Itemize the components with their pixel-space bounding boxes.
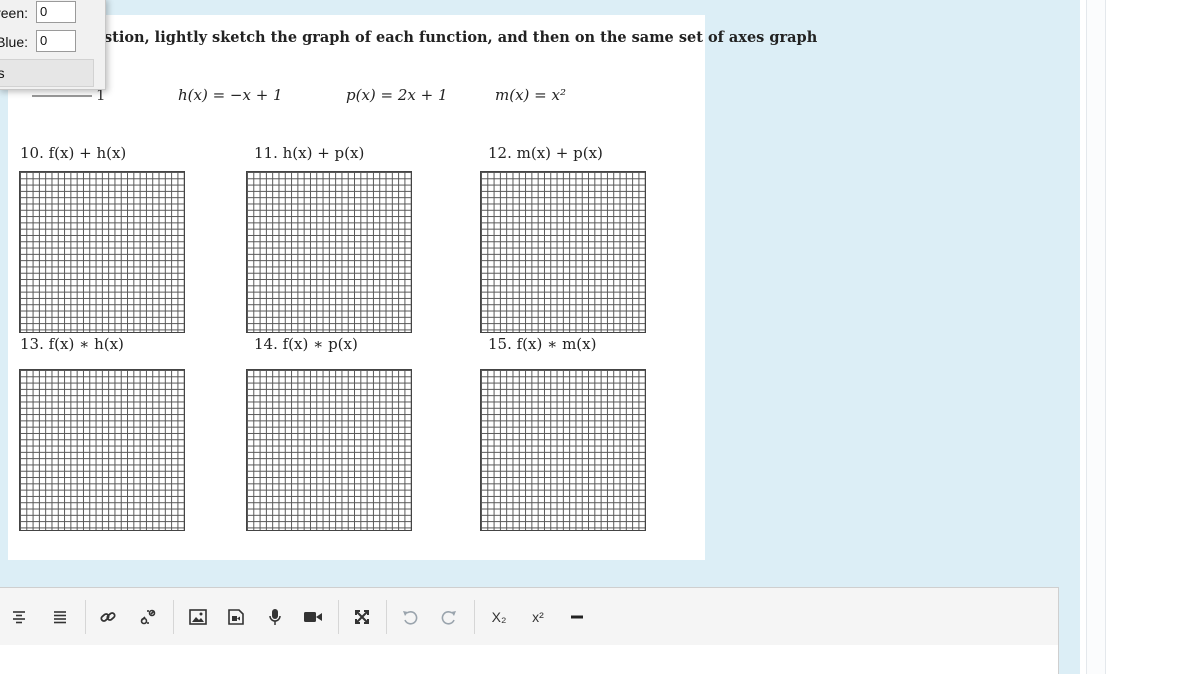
worksheet-image: stion, lightly sketch the graph of each …: [8, 15, 817, 560]
toolbar-separator: [386, 600, 387, 634]
superscript-icon[interactable]: x²: [523, 602, 553, 632]
graph-grid-13: [19, 369, 185, 531]
editor-body[interactable]: [0, 645, 1059, 674]
horizontal-rule-icon[interactable]: [562, 602, 592, 632]
toolbar-separator: [173, 600, 174, 634]
problem-11-label: 11. h(x) + p(x): [254, 144, 365, 162]
media-icon[interactable]: [221, 602, 251, 632]
graph-grid-14: [246, 369, 412, 531]
image-icon[interactable]: [183, 602, 213, 632]
problem-10-label: 10. f(x) + h(x): [20, 144, 127, 162]
problem-12-label: 12. m(x) + p(x): [488, 144, 603, 162]
green-row: reen: 0: [0, 1, 98, 25]
editor-toolbar: X₂ x²: [0, 587, 1059, 646]
blue-label: Blue:: [0, 34, 28, 50]
worksheet-instruction: stion, lightly sketch the graph of each …: [104, 29, 818, 46]
colors-button[interactable]: rs: [0, 59, 94, 87]
undo-icon[interactable]: [395, 602, 425, 632]
graph-grid-11: [246, 171, 412, 333]
justify-icon[interactable]: [45, 602, 75, 632]
color-picker-popup: reen: 0 Blue: 0 rs: [0, 0, 106, 90]
function-p: p(x) = 2x + 1: [346, 86, 448, 104]
link-icon[interactable]: [93, 602, 123, 632]
problem-15-label: 15. f(x) ∗ m(x): [488, 335, 601, 353]
blue-row: Blue: 0: [0, 30, 98, 54]
align-center-icon[interactable]: [4, 602, 34, 632]
green-label: reen:: [0, 5, 28, 21]
unlink-icon[interactable]: [133, 602, 163, 632]
blue-input[interactable]: 0: [36, 30, 76, 52]
content-area: stion, lightly sketch the graph of each …: [0, 0, 1080, 674]
graph-grid-15: [480, 369, 646, 531]
problem-14-label: 14. f(x) ∗ p(x): [254, 335, 362, 353]
subscript-icon[interactable]: X₂: [484, 602, 514, 632]
video-icon[interactable]: [298, 602, 328, 632]
redo-icon[interactable]: [434, 602, 464, 632]
scrollbar[interactable]: [1086, 0, 1106, 674]
toolbar-separator: [338, 600, 339, 634]
graph-grid-12: [480, 171, 646, 333]
graph-grid-10: [19, 171, 185, 333]
green-input[interactable]: 0: [36, 1, 76, 23]
microphone-icon[interactable]: [260, 602, 290, 632]
problem-13-label: 13. f(x) ∗ h(x): [20, 335, 128, 353]
toolbar-separator: [85, 600, 86, 634]
function-m: m(x) = x²: [495, 86, 566, 104]
fullscreen-icon[interactable]: [347, 602, 377, 632]
toolbar-separator: [474, 600, 475, 634]
function-h: h(x) = −x + 1: [178, 86, 283, 104]
